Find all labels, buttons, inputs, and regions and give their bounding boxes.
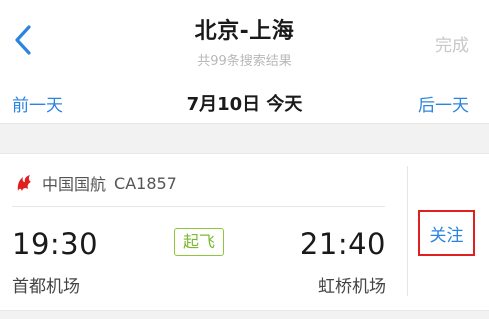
follow-button[interactable]: 关注	[418, 210, 475, 256]
status-badge: 起飞	[174, 228, 224, 256]
done-button[interactable]: 完成	[435, 31, 469, 56]
result-count: 共99条搜索结果	[197, 54, 292, 69]
follow-label: 关注	[429, 225, 464, 246]
airline-name: 中国国航	[42, 175, 107, 194]
card-divider	[12, 206, 385, 207]
airline-row: 中国国航 CA1857	[14, 172, 177, 194]
vertical-divider	[407, 166, 408, 296]
departure-airport: 首都机场	[12, 277, 80, 297]
top-navigation-bar: 北京-上海 共99条搜索结果 完成	[0, 0, 489, 80]
departure-time: 19:30	[12, 227, 99, 261]
arrival-airport: 虹桥机场	[318, 277, 386, 297]
flight-number: CA1857	[114, 173, 177, 193]
date-selector-bar: 前一天 7月10日 今天 后一天	[0, 80, 489, 124]
selected-date: 7月10日 今天	[186, 94, 303, 115]
flight-card[interactable]: 中国国航 CA1857 19:30 起飞 21:40 首都机场 虹桥机场 关注	[0, 153, 489, 311]
arrival-time: 21:40	[299, 227, 386, 261]
next-day-button[interactable]: 后一天	[418, 91, 469, 116]
air-china-phoenix-icon	[17, 175, 31, 191]
page-title: 北京-上海	[194, 19, 295, 44]
